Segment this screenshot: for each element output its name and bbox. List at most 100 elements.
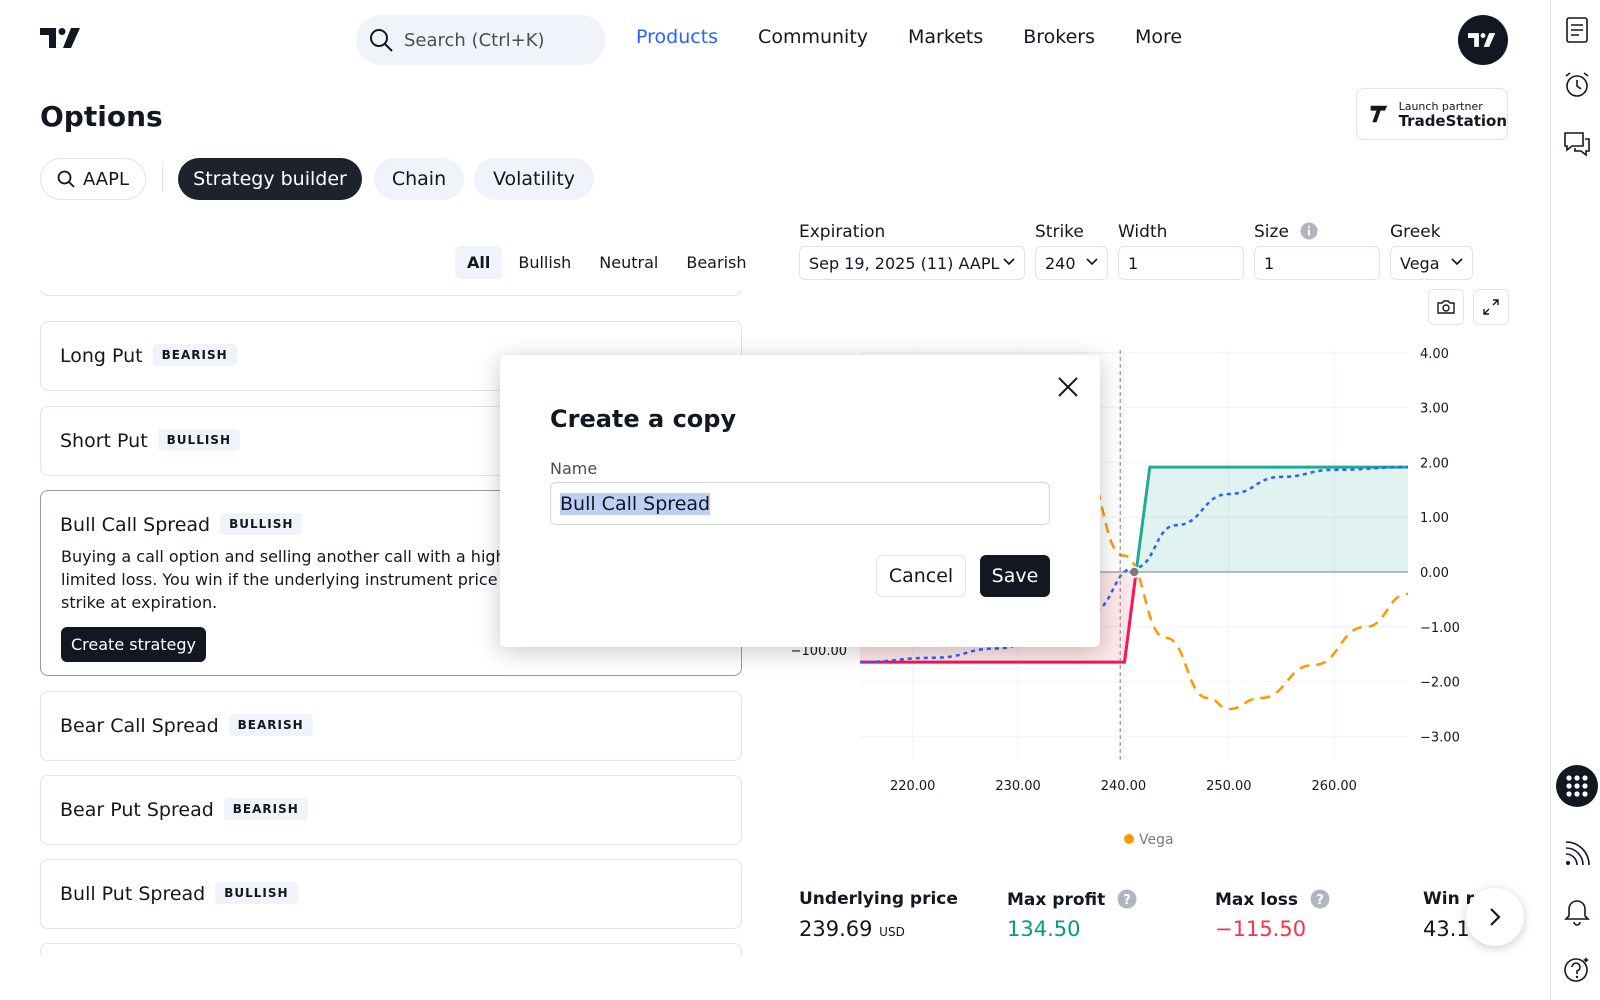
- nav-community[interactable]: Community: [758, 26, 868, 48]
- width-label: Width: [1118, 222, 1168, 242]
- strategy-name-wrap: Bear Call Spread BEARISH: [60, 714, 313, 737]
- strike-value: 240: [1045, 253, 1076, 273]
- nav-brokers[interactable]: Brokers: [1023, 26, 1095, 48]
- strategy-card[interactable]: Bull Put Spread BULLISH: [40, 859, 742, 929]
- strategy-card-partial[interactable]: [40, 290, 742, 296]
- currency-unit: USD: [879, 925, 905, 939]
- chevron-down-icon: [1086, 258, 1098, 266]
- win-rate-value: 43.1: [1423, 917, 1470, 941]
- filter-bullish[interactable]: Bullish: [506, 246, 583, 279]
- chat-icon[interactable]: [1563, 130, 1591, 158]
- strategy-name-wrap: Bull Put Spread BULLISH: [60, 882, 298, 905]
- greek-value: Vega: [1400, 253, 1440, 273]
- name-input-value: Bull Call Spread: [560, 492, 711, 515]
- sentiment-badge: BULLISH: [215, 882, 298, 904]
- expiration-label: Expiration: [799, 222, 886, 242]
- size-label-wrap: Size: [1254, 222, 1318, 242]
- x-tick-label: 240.00: [1101, 779, 1147, 794]
- max-profit-label-wrap: Max profit ?: [1007, 889, 1137, 910]
- alarm-clock-icon[interactable]: [1563, 71, 1591, 99]
- search-icon: [370, 29, 393, 52]
- strategy-card[interactable]: Bear Put Spread BEARISH: [40, 775, 742, 845]
- strategy-card[interactable]: Bear Call Spread BEARISH: [40, 691, 742, 761]
- max-profit-label: Max profit: [1007, 890, 1106, 910]
- max-loss-label: Max loss: [1215, 890, 1299, 910]
- notifications-bell-icon[interactable]: [1563, 898, 1591, 926]
- sentiment-badge: BEARISH: [152, 344, 237, 366]
- greek-select[interactable]: Vega: [1390, 246, 1473, 280]
- strategy-name-wrap: Bull Call Spread BULLISH: [60, 513, 303, 536]
- user-avatar[interactable]: [1458, 15, 1508, 65]
- tradingview-logo[interactable]: [40, 26, 84, 50]
- search-box[interactable]: Search (Ctrl+K): [356, 15, 606, 65]
- strategy-card-partial[interactable]: [40, 943, 742, 955]
- filter-bearish[interactable]: Bearish: [674, 246, 758, 279]
- tradingview-avatar-icon: [1468, 33, 1496, 47]
- right-y-tick-label: 0.00: [1420, 566, 1449, 581]
- underlying-price: 239.69 USD: [799, 917, 905, 941]
- create-strategy-button[interactable]: Create strategy: [61, 627, 206, 662]
- tradestation-logo-icon: [1370, 105, 1388, 123]
- stream-icon[interactable]: [1563, 840, 1591, 868]
- strategy-name: Bear Put Spread: [60, 799, 214, 821]
- fullscreen-button[interactable]: [1473, 289, 1509, 325]
- dialog-title: Create a copy: [550, 405, 737, 433]
- strategy-name: Bull Call Spread: [60, 514, 211, 536]
- search-icon: [57, 170, 75, 188]
- strategy-name-wrap: Short Put BULLISH: [60, 429, 240, 452]
- right-y-tick-label: 3.00: [1420, 402, 1449, 417]
- right-y-tick-label: 4.00: [1420, 347, 1449, 362]
- size-value: 1: [1264, 253, 1275, 273]
- help-icon[interactable]: ?: [1310, 889, 1330, 909]
- width-input[interactable]: 1: [1118, 246, 1244, 280]
- next-stats-button[interactable]: [1466, 888, 1524, 946]
- sentiment-badge: BULLISH: [157, 429, 240, 451]
- partner-name: TradeStation: [1398, 111, 1507, 130]
- filter-neutral[interactable]: Neutral: [587, 246, 670, 279]
- tab-volatility[interactable]: Volatility: [474, 158, 594, 200]
- top-nav: Products Community Markets Brokers More: [636, 26, 1182, 48]
- profit-area: [1136, 467, 1408, 572]
- greek-label: Greek: [1390, 222, 1441, 242]
- grid-icon: [1566, 775, 1588, 797]
- snapshot-button[interactable]: [1428, 289, 1464, 325]
- nav-more[interactable]: More: [1135, 26, 1182, 48]
- expiration-select[interactable]: Sep 19, 2025 (11) AAPL: [799, 246, 1025, 280]
- strategy-name: Short Put: [60, 430, 148, 452]
- strategy-name-wrap: Long Put BEARISH: [60, 344, 237, 367]
- size-input[interactable]: 1: [1254, 246, 1380, 280]
- strike-label: Strike: [1035, 222, 1084, 242]
- tab-chain[interactable]: Chain: [374, 158, 464, 200]
- save-button[interactable]: Save: [980, 555, 1050, 597]
- help-icon[interactable]: [1563, 955, 1591, 983]
- ticker-symbol: AAPL: [82, 168, 129, 190]
- nav-markets[interactable]: Markets: [908, 26, 983, 48]
- cancel-button[interactable]: Cancel: [876, 555, 966, 597]
- help-icon[interactable]: ?: [1117, 889, 1137, 909]
- right-y-tick-label: −2.00: [1420, 676, 1460, 691]
- ticker-search-pill[interactable]: AAPL: [40, 158, 146, 200]
- strike-select[interactable]: 240: [1035, 246, 1108, 280]
- max-loss-value: −115.50: [1215, 917, 1307, 941]
- apps-button[interactable]: [1556, 765, 1598, 807]
- right-y-tick-label: 2.00: [1420, 456, 1449, 471]
- expand-icon: [1483, 299, 1499, 315]
- sentiment-filter: All Bullish Neutral Bearish: [455, 246, 758, 279]
- watchlist-icon[interactable]: [1563, 16, 1591, 44]
- nav-products[interactable]: Products: [636, 26, 718, 48]
- tab-strategy-builder[interactable]: Strategy builder: [178, 158, 362, 200]
- filter-all[interactable]: All: [455, 246, 503, 279]
- right-sidebar: [1550, 0, 1600, 1000]
- name-input[interactable]: Bull Call Spread: [550, 482, 1050, 525]
- info-icon[interactable]: [1300, 222, 1318, 240]
- x-tick-label: 250.00: [1206, 779, 1252, 794]
- strategy-name: Bull Put Spread: [60, 883, 206, 905]
- close-icon[interactable]: [1054, 373, 1082, 401]
- strategy-name: Long Put: [60, 345, 143, 367]
- sentiment-badge: BEARISH: [228, 714, 313, 736]
- launch-partner-badge[interactable]: Launch partner TradeStation: [1356, 88, 1508, 140]
- chart-legend: Vega: [1124, 832, 1174, 848]
- legend-marker: [1124, 834, 1134, 844]
- legend-label: Vega: [1139, 832, 1174, 848]
- strategy-name: Bear Call Spread: [60, 715, 219, 737]
